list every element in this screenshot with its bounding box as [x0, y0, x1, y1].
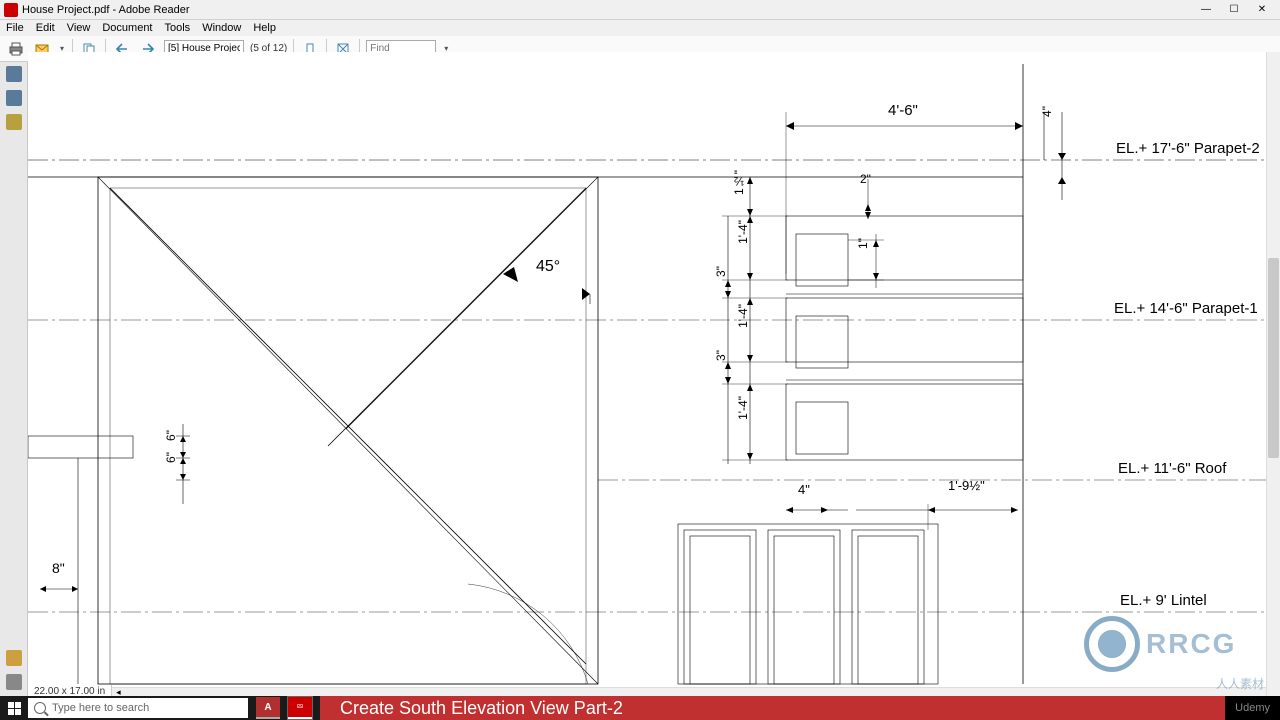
windows-taskbar: Type here to search A ⮹ Create South Ele…: [0, 696, 1280, 720]
search-icon: [34, 702, 46, 714]
window-controls: — ☐ ✕: [1192, 1, 1276, 19]
document-viewport[interactable]: 4'-6" 4" EL.+ 17'-6" Parapet-2 EL.+ 14'-…: [28, 52, 1266, 696]
drawing-page: 4'-6" 4" EL.+ 17'-6" Parapet-2 EL.+ 14'-…: [28, 52, 1266, 696]
dim-4in: 4": [798, 482, 810, 497]
signatures-panel-icon[interactable]: [6, 650, 22, 666]
dim-1-4-c: 1'-4": [736, 396, 750, 420]
taskbar-search[interactable]: Type here to search: [28, 698, 248, 718]
start-button[interactable]: [0, 696, 28, 720]
dim-4in-top: 4": [1040, 106, 1054, 117]
menu-tools[interactable]: Tools: [165, 22, 191, 34]
menu-view[interactable]: View: [67, 22, 91, 34]
el-parapet-1: EL.+ 14'-6" Parapet-1: [1114, 300, 1258, 317]
title-bar: House Project.pdf - Adobe Reader — ☐ ✕: [0, 0, 1280, 20]
dim-2in: 2": [860, 172, 871, 186]
menu-edit[interactable]: Edit: [36, 22, 55, 34]
dim-4-6: 4'-6": [888, 102, 918, 119]
menu-window[interactable]: Window: [202, 22, 241, 34]
dim-6in-b: 6": [164, 452, 178, 463]
print-button[interactable]: [6, 39, 26, 59]
menu-file[interactable]: File: [6, 22, 24, 34]
nav-panel: [0, 62, 28, 696]
el-parapet-2: EL.+ 17'-6" Parapet-2: [1116, 140, 1260, 157]
dim-1-1-2: 1½": [732, 170, 746, 195]
angle-45: 45°: [536, 258, 560, 276]
vertical-scrollbar[interactable]: [1266, 52, 1280, 696]
scrollbar-thumb[interactable]: [1268, 258, 1279, 458]
dim-1-9-1-2: 1'-9½": [948, 478, 985, 493]
taskbar-app-adobe-reader[interactable]: ⮹: [288, 697, 312, 719]
maximize-button[interactable]: ☐: [1220, 1, 1248, 19]
window-title: House Project.pdf - Adobe Reader: [22, 4, 1192, 16]
taskbar-brand: Udemy: [1225, 696, 1280, 720]
menu-bar: File Edit View Document Tools Window Hel…: [0, 20, 1280, 36]
course-title-banner: Create South Elevation View Part-2: [320, 696, 1225, 720]
dim-1in: 1": [856, 238, 870, 249]
dim-3in-a: 3": [714, 266, 728, 277]
close-button[interactable]: ✕: [1248, 1, 1276, 19]
status-bar: 22.00 x 17.00 in ◂: [28, 687, 1266, 696]
el-roof: EL.+ 11'-6" Roof: [1118, 460, 1226, 477]
dim-8in: 8": [52, 560, 65, 576]
dim-1-4-b: 1'-4": [736, 304, 750, 328]
menu-help[interactable]: Help: [253, 22, 276, 34]
watermark-logo-icon: [1084, 616, 1140, 672]
menu-document[interactable]: Document: [102, 22, 152, 34]
attachments-panel-icon[interactable]: [6, 674, 22, 690]
bookmarks-panel-icon[interactable]: [6, 90, 22, 106]
search-placeholder: Type here to search: [52, 702, 149, 714]
minimize-button[interactable]: —: [1192, 1, 1220, 19]
taskbar-app-autocad[interactable]: A: [256, 697, 280, 719]
app-icon: [4, 3, 18, 17]
watermark: RRCG 人人素材: [1084, 604, 1264, 684]
layers-panel-icon[interactable]: [6, 114, 22, 130]
dim-3in-b: 3": [714, 350, 728, 361]
pages-panel-icon[interactable]: [6, 66, 22, 82]
watermark-subtext: 人人素材: [1216, 675, 1264, 692]
watermark-text: RRCG: [1146, 628, 1236, 660]
dim-6in-a: 6": [164, 430, 178, 441]
dim-1-4-a: 1'-4": [736, 220, 750, 244]
